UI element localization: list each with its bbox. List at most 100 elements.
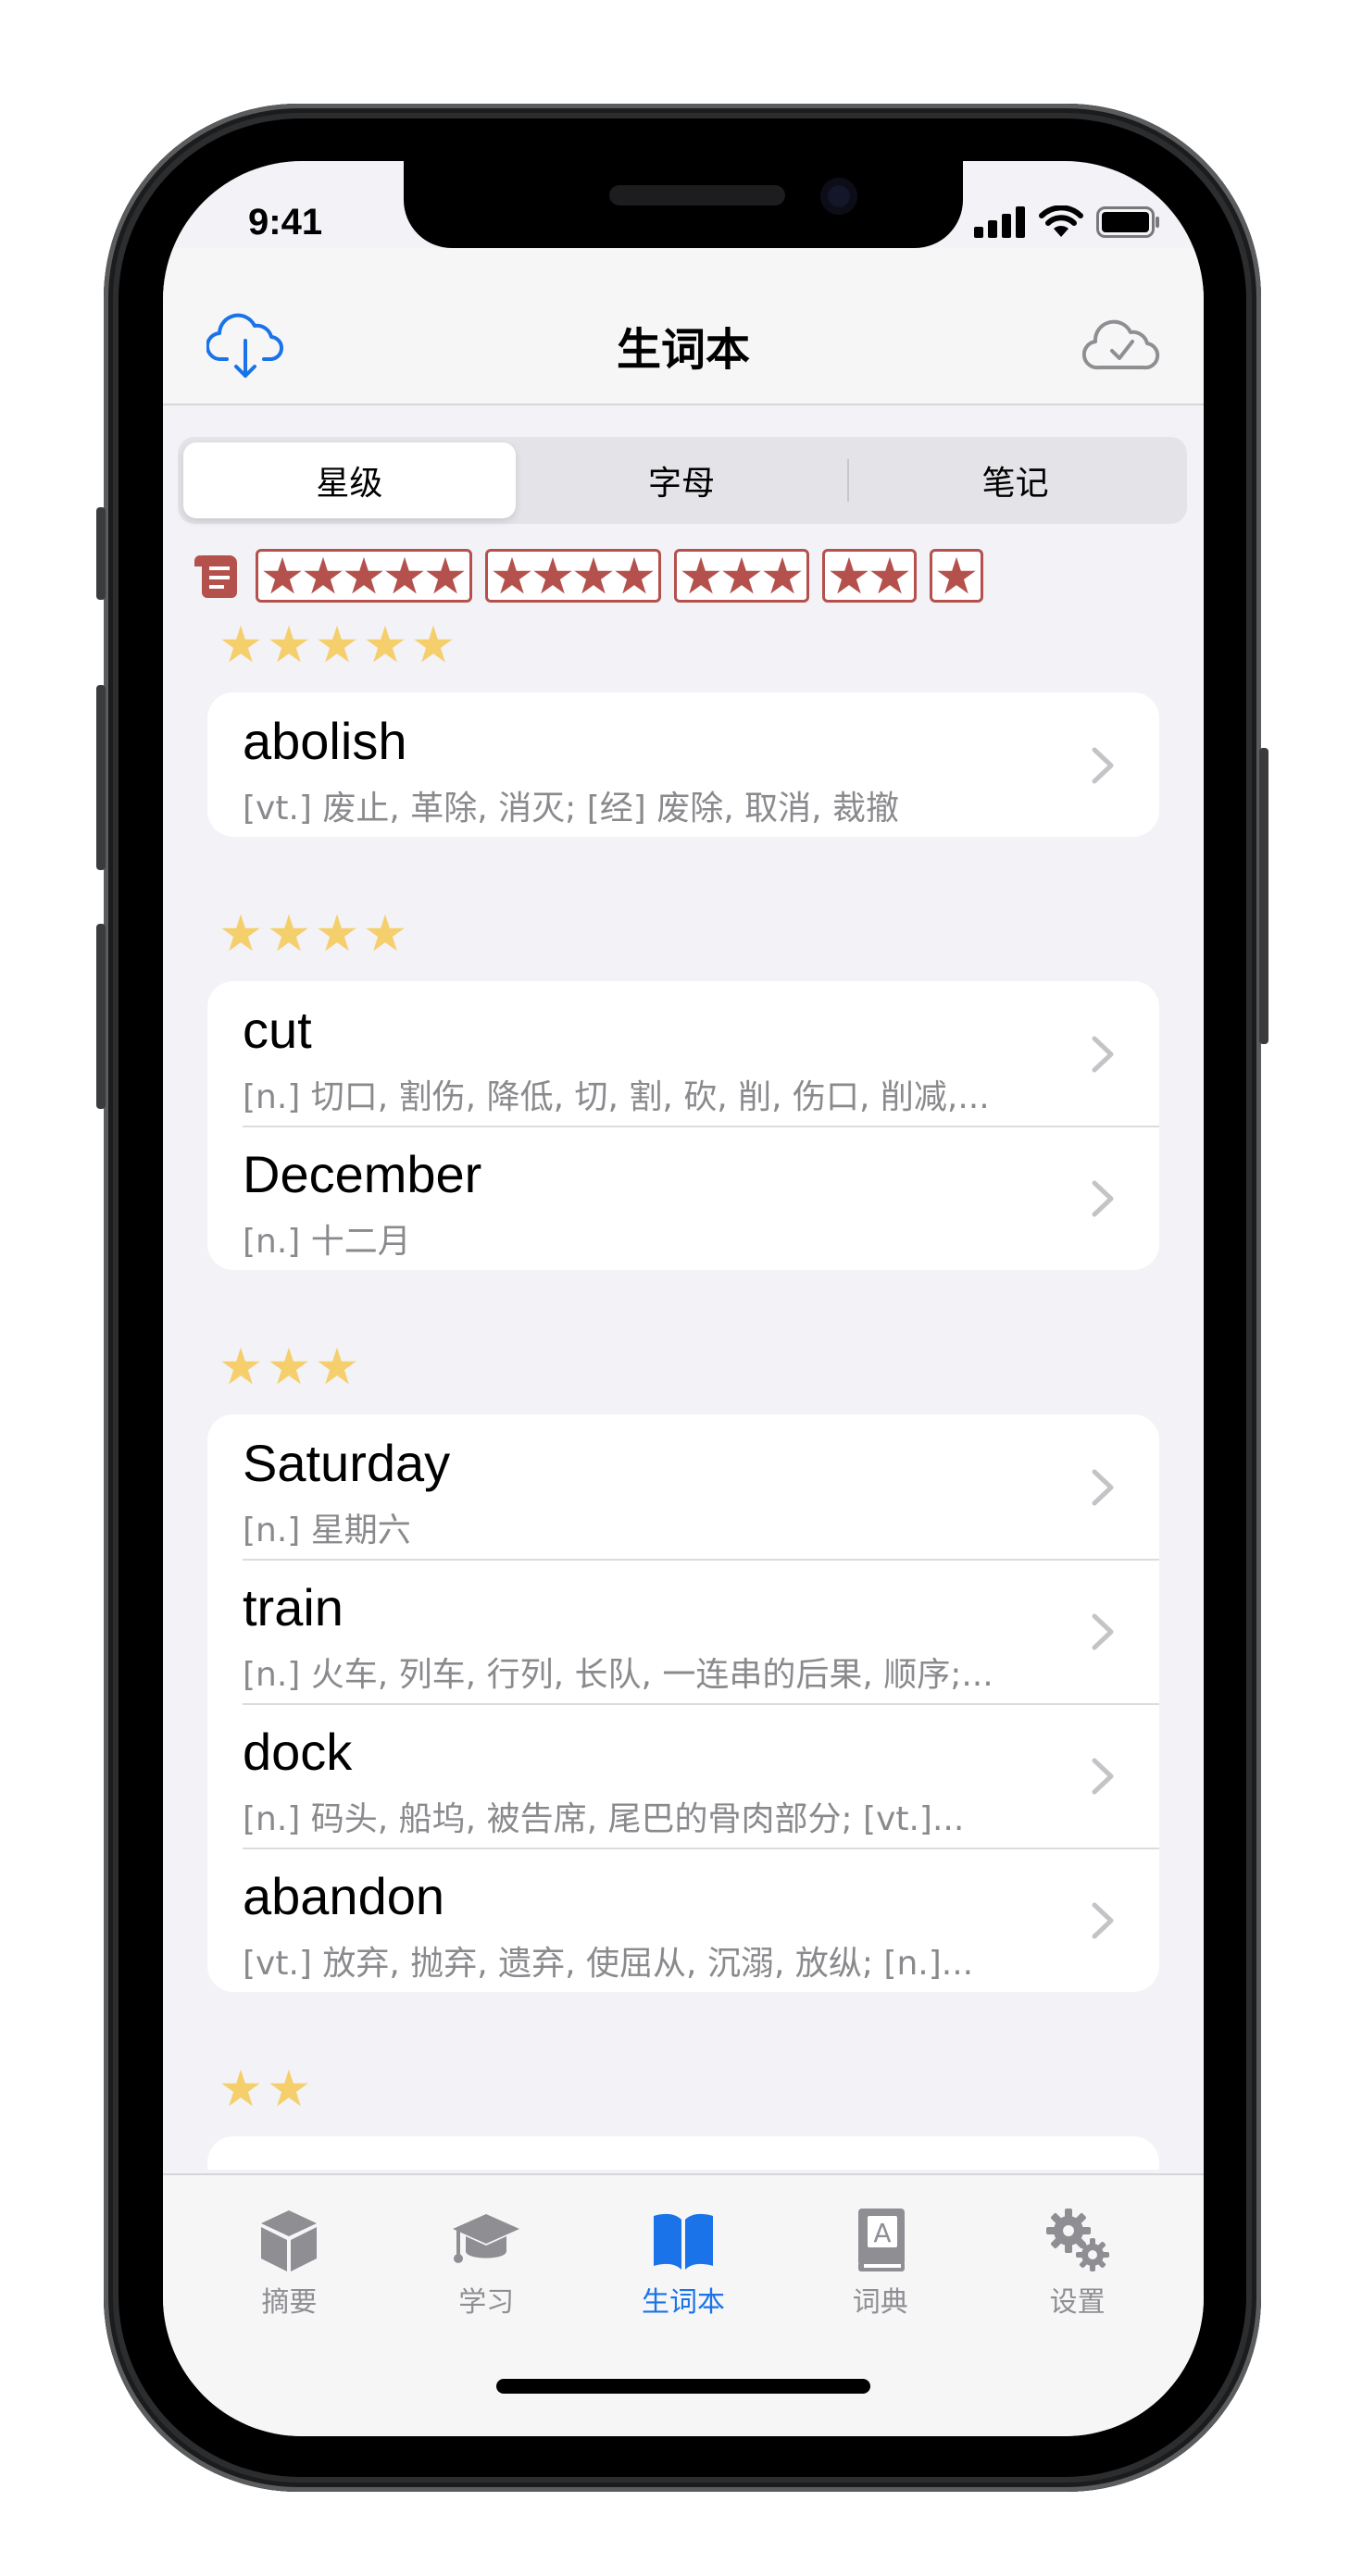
chevron-right-icon [1092, 747, 1114, 784]
word-text: Saturday [243, 1434, 451, 1492]
star-icon [221, 2069, 260, 2107]
star-icon [414, 625, 453, 663]
tab-label: 设置 [1049, 2286, 1106, 2319]
tab-study[interactable]: 学习 [388, 2175, 585, 2436]
section-card: cut [n.] 切口, 割伤, 降低, 切, 割, 砍, 削, 伤口, 削减,… [207, 981, 1159, 1270]
filter-1-star[interactable] [930, 549, 983, 603]
section-header-4-stars [163, 885, 1204, 981]
status-time: 9:41 [248, 202, 323, 243]
chevron-right-icon [1092, 1036, 1114, 1073]
cube-icon [261, 2210, 318, 2271]
app-screen: 9:41 生词本 星级 字母 笔记 abolish [vt.] 废止, 革除, … [163, 161, 1204, 2436]
star-icon [269, 1347, 308, 1385]
chevron-right-icon [1092, 1469, 1114, 1506]
section-header-5-stars [163, 596, 1204, 692]
word-list: abolish [vt.] 废止, 革除, 消灭; [经] 废除, 取消, 裁撤… [163, 596, 1204, 2170]
chevron-right-icon [1092, 1613, 1114, 1650]
segment-star-level[interactable]: 星级 [183, 442, 516, 518]
word-row[interactable]: train [n.] 火车, 列车, 行列, 长队, 一连串的后果, 顺序;..… [207, 1559, 1159, 1703]
section-card: Saturday [n.] 星期六 train [n.] 火车, 列车, 行列,… [207, 1414, 1159, 1992]
star-icon [426, 556, 465, 594]
word-definition: [n.] 切口, 割伤, 降低, 切, 割, 砍, 削, 伤口, 削减,... [243, 1078, 990, 1116]
word-definition: [n.] 码头, 船坞, 被告席, 尾巴的骨肉部分; [vt.]... [243, 1800, 965, 1838]
dictionary-icon: A [857, 2209, 905, 2271]
word-row[interactable]: dock [n.] 码头, 船坞, 被告席, 尾巴的骨肉部分; [vt.]... [207, 1703, 1159, 1848]
word-row[interactable]: abolish [vt.] 废止, 革除, 消灭; [经] 废除, 取消, 裁撤 [207, 692, 1159, 837]
segment-label: 星级 [316, 465, 383, 503]
star-icon [221, 1347, 260, 1385]
status-icons [974, 205, 1161, 239]
word-row[interactable]: cut [n.] 切口, 割伤, 降低, 切, 割, 砍, 削, 伤口, 削减,… [207, 981, 1159, 1126]
star-icon [574, 556, 613, 594]
word-text: abandon [243, 1867, 445, 1925]
word-row[interactable]: December [n.] 十二月 [207, 1126, 1159, 1270]
section-header-3-stars [163, 1318, 1204, 1414]
star-icon [318, 625, 356, 663]
section-header-2-stars [163, 2040, 1204, 2136]
segment-label: 字母 [648, 465, 716, 503]
word-text: train [243, 1578, 344, 1636]
star-icon [366, 914, 405, 952]
section-card [207, 2136, 1159, 2170]
word-definition: [vt.] 放弃, 抛弃, 遗弃, 使屈从, 沉溺, 放纵; [n.]... [243, 1945, 974, 1983]
star-icon [304, 556, 343, 594]
word-text: dock [243, 1723, 353, 1781]
word-definition: [vt.] 废止, 革除, 消灭; [经] 废除, 取消, 裁撤 [243, 790, 900, 828]
tab-summary[interactable]: 摘要 [191, 2175, 388, 2436]
battery-icon [1096, 206, 1159, 238]
star-icon [722, 556, 761, 594]
chevron-right-icon [1092, 1180, 1114, 1217]
graduation-cap-icon [453, 2214, 520, 2263]
power-button [1259, 748, 1268, 1044]
open-book-icon [653, 2213, 713, 2270]
star-icon [830, 556, 868, 594]
cloud-checkmark-icon [1082, 319, 1160, 370]
filter-4-stars[interactable] [485, 549, 661, 603]
scroll-icon[interactable] [191, 550, 243, 602]
star-icon [269, 2069, 308, 2107]
star-icon [870, 556, 909, 594]
tab-bar: 摘要 学习 生词本 A 词典 设置 [163, 2173, 1204, 2436]
star-icon [533, 556, 572, 594]
star-icon [269, 625, 308, 663]
word-text: December [243, 1145, 482, 1203]
tab-settings[interactable]: 设置 [979, 2175, 1176, 2436]
word-definition: [n.] 星期六 [243, 1512, 411, 1549]
word-row[interactable]: abandon [vt.] 放弃, 抛弃, 遗弃, 使屈从, 沉溺, 放纵; [… [207, 1848, 1159, 1992]
tab-vocabulary-book[interactable]: 生词本 [585, 2175, 782, 2436]
star-icon [263, 556, 302, 594]
front-camera [820, 178, 857, 215]
chevron-right-icon [1092, 1758, 1114, 1795]
word-row[interactable] [207, 2136, 1159, 2170]
tab-label: 生词本 [641, 2286, 725, 2319]
star-icon [493, 556, 531, 594]
word-text: cut [243, 1001, 312, 1059]
star-icon [344, 556, 383, 594]
volume-up-button [96, 685, 106, 870]
star-icon [763, 556, 802, 594]
star-icon [385, 556, 424, 594]
filter-3-stars[interactable] [674, 549, 809, 603]
star-icon [221, 625, 260, 663]
cloud-sync-status-button[interactable] [1080, 307, 1163, 381]
tab-dictionary[interactable]: A 词典 [781, 2175, 979, 2436]
gears-icon [1045, 2209, 1109, 2271]
section-card: abolish [vt.] 废止, 革除, 消灭; [经] 废除, 取消, 裁撤 [207, 692, 1159, 837]
filter-5-stars[interactable] [256, 549, 472, 603]
filter-2-stars[interactable] [822, 549, 917, 603]
star-icon [269, 914, 308, 952]
segment-notes[interactable]: 笔记 [849, 442, 1181, 518]
star-icon [366, 625, 405, 663]
word-row[interactable]: Saturday [n.] 星期六 [207, 1414, 1159, 1559]
segment-alphabet[interactable]: 字母 [516, 442, 848, 518]
word-definition: [n.] 十二月 [243, 1223, 411, 1261]
wifi-icon [1039, 205, 1083, 237]
star-filter-bar [191, 548, 983, 604]
volume-down-button [96, 924, 106, 1109]
navigation-bar: 生词本 [163, 248, 1204, 405]
chevron-right-icon [1092, 1902, 1114, 1939]
mute-switch [96, 507, 106, 600]
sort-segmented-control: 星级 字母 笔记 [178, 437, 1187, 524]
home-indicator [496, 2379, 870, 2394]
tab-label: 学习 [458, 2286, 515, 2319]
